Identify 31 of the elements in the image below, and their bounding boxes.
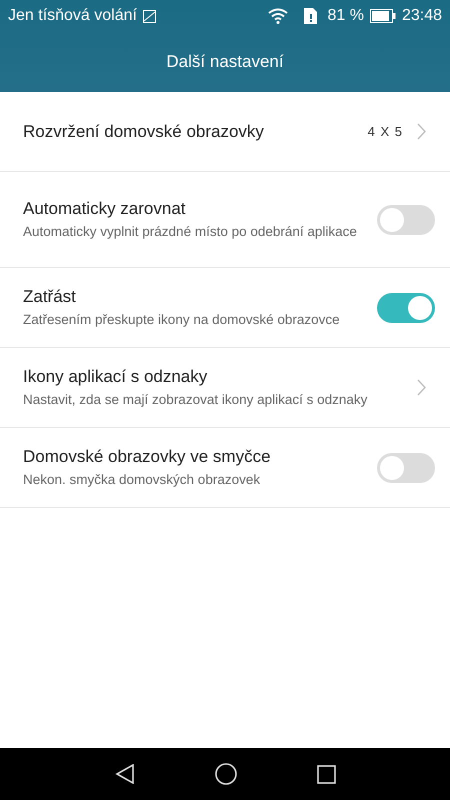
setting-row[interactable]: Zatřást Zatřesením přeskupte ikony na domovské obrazovce xyxy=(0,268,450,348)
setting-row[interactable]: Domovské obrazovky ve smyčce Nekon. smyčka domovských obrazovek xyxy=(0,428,450,508)
clock: 23:48 xyxy=(402,7,442,25)
setting-description: Nastavit, zda se mají zobrazovat ikony aplikací s odznaky xyxy=(23,391,368,408)
sim-card-icon xyxy=(304,8,318,24)
setting-title: Domovské obrazovky ve smyčce xyxy=(23,447,272,467)
back-icon[interactable] xyxy=(114,764,134,784)
battery-icon xyxy=(370,9,396,23)
screen-title: Další nastavení xyxy=(166,52,284,72)
setting-title: Automaticky zarovnat xyxy=(23,199,187,219)
battery-percent: 81 % xyxy=(327,7,364,25)
status-text: Jen tísňová volání xyxy=(8,7,137,25)
setting-row[interactable]: Rozvržení domovské obrazovky 4 X 5 xyxy=(0,92,450,172)
recent-apps-icon[interactable] xyxy=(316,764,336,784)
chevron-right-icon xyxy=(417,379,426,396)
toggle-switch[interactable] xyxy=(377,292,435,322)
wifi-icon xyxy=(268,8,288,24)
image-icon xyxy=(142,10,156,22)
toggle-switch[interactable] xyxy=(377,452,435,482)
setting-title: Rozvržení domovské obrazovky xyxy=(23,122,265,142)
setting-description: Nekon. smyčka domovských obrazovek xyxy=(23,471,262,488)
setting-title: Zatřást xyxy=(23,287,77,307)
setting-row[interactable]: Automaticky zarovnat Automaticky vyplnit prázdné místo po odebrání aplikace xyxy=(0,172,450,268)
chevron-right-icon xyxy=(417,123,426,140)
setting-description: Automaticky vyplnit prázdné místo po odebrání aplikace xyxy=(23,223,358,240)
setting-description: Zatřesením přeskupte ikony na domovské obrazovce xyxy=(23,311,341,328)
home-icon[interactable] xyxy=(214,763,236,785)
setting-title: Ikony aplikací s odznaky xyxy=(23,367,208,387)
setting-row[interactable]: Ikony aplikací s odznaky Nastavit, zda se mají zobrazovat ikony aplikací s odznaky xyxy=(0,348,450,428)
setting-value: 4 X 5 xyxy=(368,124,403,139)
toggle-switch[interactable] xyxy=(377,204,435,234)
